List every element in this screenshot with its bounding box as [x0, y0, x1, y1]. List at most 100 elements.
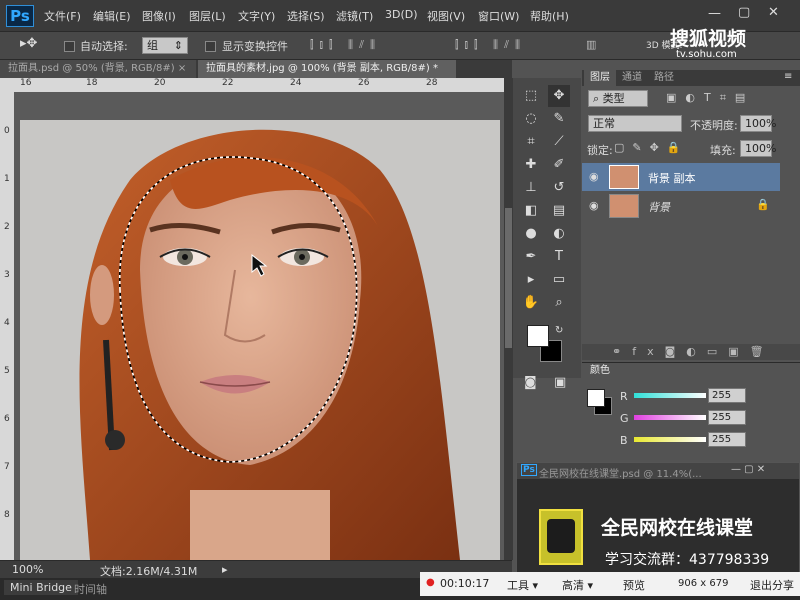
- auto-select-checkbox[interactable]: [64, 41, 75, 52]
- menu-window[interactable]: 窗口(W): [478, 8, 519, 24]
- tab-color[interactable]: 颜色: [584, 363, 616, 379]
- vertical-scrollbar[interactable]: [504, 78, 513, 560]
- color-fg-swatch[interactable]: [587, 389, 605, 407]
- screen-mode-icon[interactable]: ▣: [554, 375, 566, 390]
- tab-paths[interactable]: 路径: [648, 70, 680, 86]
- quality-menu-label: 高清: [562, 579, 584, 592]
- brush-tool-icon[interactable]: ✐: [548, 154, 570, 176]
- close-icon[interactable]: ✕: [768, 5, 779, 20]
- recording-toolbar: ● 00:10:17 工具 ▾ 高清 ▾ 预览 906 x 679 退出分享: [420, 572, 800, 596]
- menu-image[interactable]: 图像(I): [142, 8, 176, 24]
- tools-menu[interactable]: 工具 ▾: [507, 577, 538, 593]
- menu-type[interactable]: 文字(Y): [238, 8, 275, 24]
- layer-row-background[interactable]: ◉ 背景 🔒: [582, 192, 780, 220]
- tab-timeline[interactable]: 时间轴: [74, 581, 107, 597]
- blur-tool-icon[interactable]: ●: [520, 223, 542, 245]
- swap-colors-icon[interactable]: ↻: [555, 325, 563, 336]
- ruler-tick: 5: [4, 366, 10, 376]
- b-value[interactable]: 255: [708, 432, 746, 447]
- tab-mini-bridge[interactable]: Mini Bridge: [4, 580, 78, 595]
- g-slider[interactable]: [634, 415, 706, 420]
- type-tool-icon[interactable]: T: [548, 246, 570, 268]
- quality-menu[interactable]: 高清 ▾: [562, 577, 593, 593]
- quick-select-tool-icon[interactable]: ✎: [548, 108, 570, 130]
- hand-tool-icon[interactable]: ✋: [520, 292, 542, 314]
- layer-row-background-copy[interactable]: ◉ 背景 副本: [582, 163, 780, 191]
- move-tool-icon[interactable]: ✥: [548, 85, 570, 107]
- auto-select-dropdown[interactable]: 组 ⇕: [142, 37, 188, 54]
- lasso-tool-icon[interactable]: ◌: [520, 108, 542, 130]
- menu-file[interactable]: 文件(F): [44, 8, 81, 24]
- pen-tool-icon[interactable]: ✒: [520, 246, 542, 268]
- blend-mode-dropdown[interactable]: 正常: [588, 115, 682, 132]
- blend-mode-value: 正常: [593, 117, 615, 130]
- layer-name: 背景: [648, 201, 670, 214]
- sohu-url: tv.sohu.com: [676, 49, 737, 60]
- healing-brush-tool-icon[interactable]: ✚: [520, 154, 542, 176]
- align-icons[interactable]: ⫿⫾⫿ ⫼⫽⫼: [310, 38, 381, 52]
- preview-button[interactable]: 预览: [623, 577, 645, 593]
- ruler-tick: 3: [4, 270, 10, 280]
- eraser-tool-icon[interactable]: ◧: [520, 200, 542, 222]
- b-slider[interactable]: [634, 437, 706, 442]
- scroll-thumb[interactable]: [505, 208, 512, 348]
- path-select-tool-icon[interactable]: ▸: [520, 269, 542, 291]
- r-slider[interactable]: [634, 393, 706, 398]
- layer-filter-dropdown[interactable]: ⌕ 类型: [588, 90, 648, 107]
- clone-stamp-tool-icon[interactable]: ⊥: [520, 177, 542, 199]
- marquee-tool-icon[interactable]: ⬚: [520, 85, 542, 107]
- ruler-tick: 4: [4, 318, 10, 328]
- visibility-eye-icon[interactable]: ◉: [589, 199, 599, 212]
- menu-view[interactable]: 视图(V): [427, 8, 465, 24]
- menu-layer[interactable]: 图层(L): [189, 8, 226, 24]
- ruler-tick: 2: [4, 222, 10, 232]
- menu-3d[interactable]: 3D(D): [385, 8, 418, 21]
- panel-menu-icon[interactable]: ≡: [784, 71, 792, 82]
- layer-filter-icons[interactable]: ▣◐T⌗▤: [666, 91, 754, 105]
- gradient-tool-icon[interactable]: ▤: [548, 200, 570, 222]
- ps-small-icon: Ps: [521, 464, 537, 476]
- layer-action-icons[interactable]: ⚭fx◙◐▭▣🗑: [612, 345, 775, 358]
- g-value[interactable]: 255: [708, 410, 746, 425]
- eyedropper-tool-icon[interactable]: ⟋: [548, 131, 570, 153]
- fill-input[interactable]: 100%: [740, 140, 776, 157]
- channel-label-r: R: [620, 390, 628, 403]
- qq-group: 学习交流群：437798339: [605, 552, 770, 568]
- quick-mask-icon[interactable]: ◙: [524, 375, 537, 390]
- crop-tool-icon[interactable]: ⌗: [520, 131, 542, 153]
- dodge-tool-icon[interactable]: ◐: [548, 223, 570, 245]
- move-tool-icon[interactable]: ▸✥: [20, 36, 37, 51]
- visibility-eye-icon[interactable]: ◉: [589, 170, 599, 183]
- zoom-level[interactable]: 100%: [12, 563, 43, 576]
- r-value[interactable]: 255: [708, 388, 746, 403]
- menu-select[interactable]: 选择(S): [287, 8, 325, 24]
- exit-share-button[interactable]: 退出分享: [750, 577, 794, 593]
- distribute-icons[interactable]: ⫿⫾⫿ ⫼⫽⫼: [455, 38, 526, 52]
- tab-lamianju-psd[interactable]: 拉面具.psd @ 50% (背景, RGB/8#) ×: [0, 60, 196, 78]
- menu-help[interactable]: 帮助(H): [530, 8, 569, 24]
- foreground-color-swatch[interactable]: [527, 325, 549, 347]
- minimize-icon[interactable]: —: [708, 6, 721, 21]
- portrait-photo[interactable]: [20, 120, 500, 560]
- school-brand: 全民网校在线课堂: [601, 517, 754, 539]
- zoom-tool-icon[interactable]: ⌕: [548, 292, 570, 314]
- tab-layers[interactable]: 图层: [584, 70, 616, 86]
- record-timer: 00:10:17: [440, 577, 490, 590]
- opacity-input[interactable]: 100%: [740, 115, 776, 132]
- lock-icons[interactable]: ▢✎✥🔒: [614, 141, 689, 154]
- tools-grid: ⬚ ✥ ◌ ✎ ⌗ ⟋ ✚ ✐ ⊥ ↺ ◧ ▤ ● ◐ ✒ T ▸ ▭ ✋ ⌕: [520, 85, 576, 314]
- tab-close-icon[interactable]: ×: [178, 63, 186, 74]
- document-canvas[interactable]: [14, 92, 504, 560]
- mini-window-controls[interactable]: — ▢ ✕: [731, 464, 765, 475]
- shape-tool-icon[interactable]: ▭: [548, 269, 570, 291]
- status-menu-arrow-icon[interactable]: ▸: [222, 563, 228, 576]
- maximize-icon[interactable]: ▢: [738, 5, 750, 20]
- mini-document-window[interactable]: Ps 全民网校在线课堂.psd @ 11.4%(... — ▢ ✕ 全民网校在线…: [516, 462, 800, 578]
- menu-edit[interactable]: 编辑(E): [93, 8, 131, 24]
- history-brush-tool-icon[interactable]: ↺: [548, 177, 570, 199]
- menu-filter[interactable]: 滤镜(T): [336, 8, 373, 24]
- show-transform-checkbox[interactable]: [205, 41, 216, 52]
- tab-lamianju-sucai-jpg[interactable]: 拉面具的素材.jpg @ 100% (背景 副本, RGB/8#) * ×: [198, 60, 456, 92]
- tab-channels[interactable]: 通道: [616, 70, 648, 86]
- auto-align-icon[interactable]: ▥: [586, 38, 596, 51]
